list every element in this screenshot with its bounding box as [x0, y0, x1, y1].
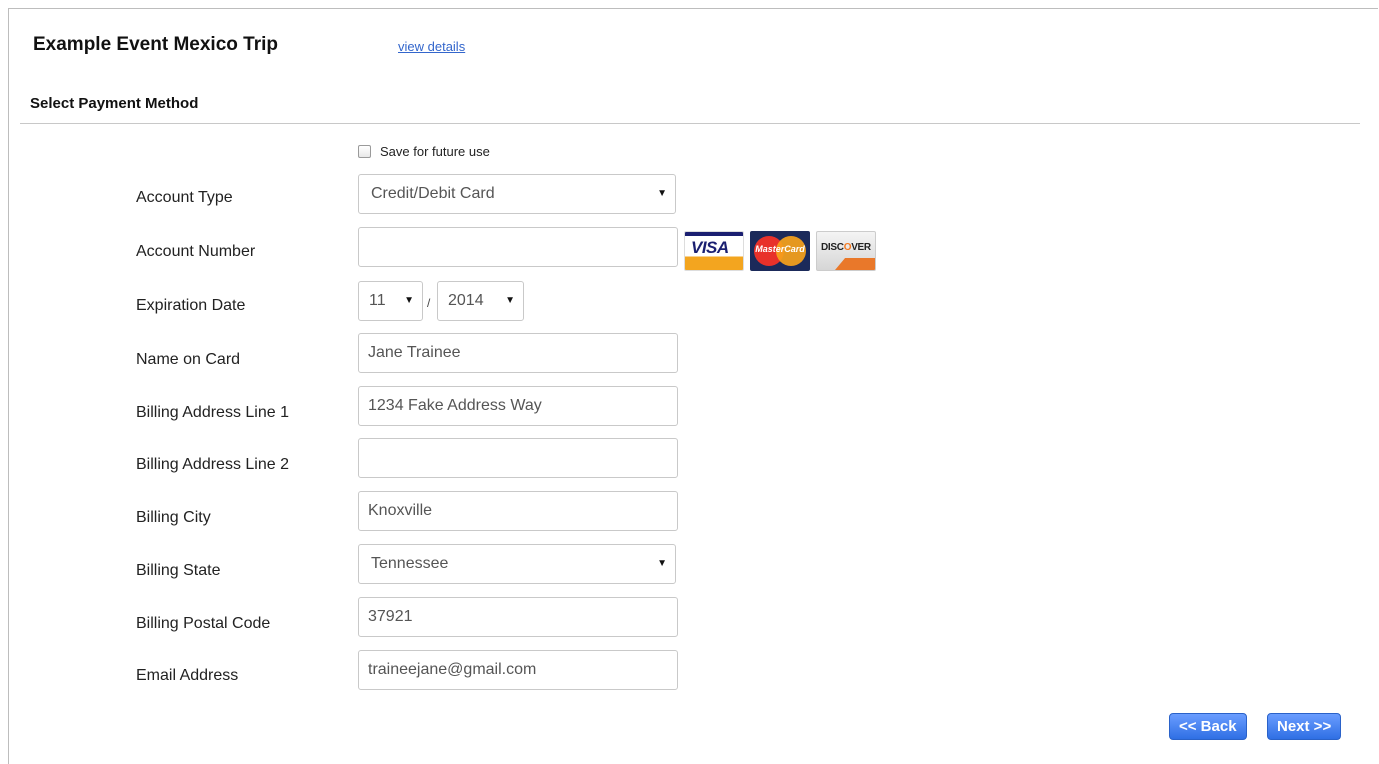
- billing-state-value: Tennessee: [371, 555, 449, 572]
- event-title: Example Event Mexico Trip: [33, 34, 278, 55]
- name-on-card-label: Name on Card: [136, 351, 241, 368]
- expiration-year-value: 2014: [448, 292, 484, 309]
- view-details-link[interactable]: view details: [398, 39, 465, 54]
- billing-postal-input[interactable]: 37921: [358, 597, 678, 637]
- visa-logo-icon: VISA: [684, 231, 744, 271]
- mastercard-logo-icon: MasterCard: [750, 231, 810, 271]
- billing-city-input[interactable]: Knoxville: [358, 491, 678, 531]
- billing-city-label: Billing City: [136, 509, 211, 526]
- visa-logo-text: VISA: [691, 238, 729, 257]
- chevron-down-icon: ▼: [657, 188, 667, 199]
- billing-address2-label: Billing Address Line 2: [136, 456, 289, 473]
- account-number-input[interactable]: [358, 227, 678, 267]
- account-type-label: Account Type: [136, 189, 233, 206]
- page-frame: [8, 8, 1378, 764]
- chevron-down-icon: ▼: [657, 558, 667, 569]
- account-number-label: Account Number: [136, 243, 256, 260]
- save-for-future-label: Save for future use: [380, 144, 490, 159]
- expiration-separator: /: [427, 296, 431, 310]
- discover-logo-icon: DISCOVER: [816, 231, 876, 271]
- billing-address1-label: Billing Address Line 1: [136, 404, 289, 421]
- expiration-year-select[interactable]: 2014 ▼: [437, 281, 524, 321]
- back-button[interactable]: << Back: [1169, 713, 1247, 740]
- billing-address1-input[interactable]: 1234 Fake Address Way: [358, 386, 678, 426]
- section-title: Select Payment Method: [30, 95, 199, 112]
- save-for-future-checkbox[interactable]: [358, 145, 371, 158]
- account-type-value: Credit/Debit Card: [371, 185, 495, 202]
- chevron-down-icon: ▼: [404, 295, 414, 306]
- email-address-input[interactable]: traineejane@gmail.com: [358, 650, 678, 690]
- mastercard-logo-text: MasterCard: [755, 244, 805, 254]
- billing-postal-label: Billing Postal Code: [136, 615, 271, 632]
- account-type-select[interactable]: Credit/Debit Card ▼: [358, 174, 676, 214]
- billing-state-select[interactable]: Tennessee ▼: [358, 544, 676, 584]
- discover-logo-text: DISCOVER: [821, 242, 871, 253]
- accepted-cards: VISA MasterCard DISCOVER: [684, 231, 876, 271]
- expiration-month-value: 11: [369, 292, 386, 309]
- billing-state-label: Billing State: [136, 562, 221, 579]
- expiration-month-select[interactable]: 11 ▼: [358, 281, 423, 321]
- chevron-down-icon: ▼: [505, 295, 515, 306]
- section-divider: [20, 123, 1360, 124]
- billing-address2-input[interactable]: [358, 438, 678, 478]
- email-address-label: Email Address: [136, 667, 239, 684]
- save-for-future-row[interactable]: Save for future use: [358, 144, 490, 159]
- next-button[interactable]: Next >>: [1267, 713, 1342, 740]
- name-on-card-input[interactable]: Jane Trainee: [358, 333, 678, 373]
- expiration-date-label: Expiration Date: [136, 297, 246, 314]
